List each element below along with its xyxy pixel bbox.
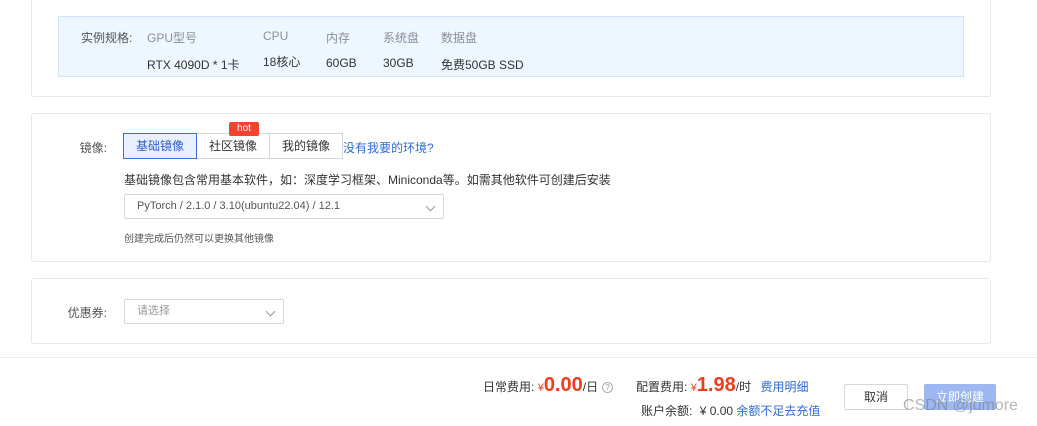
tab-community-image[interactable]: hot 社区镜像 <box>196 122 271 159</box>
spec-memory-value: 60GB <box>326 56 357 70</box>
footer-bar: 日常费用: ¥0.00/日? 配置费用: ¥1.98/时 费用明细 账户余额: … <box>0 357 1037 426</box>
spec-gpu: GPU型号 RTX 4090D * 1卡 <box>147 29 240 73</box>
balance-value: ¥ 0.00 <box>699 404 734 418</box>
image-select[interactable]: PyTorch / 2.1.0 / 3.10(ubuntu22.04) / 12… <box>124 194 444 219</box>
image-card: 镜像: 基础镜像 hot 社区镜像 我的镜像 没有我要的环境? 基础镜像包含常用… <box>31 113 991 262</box>
spec-gpu-header: GPU型号 <box>147 31 198 45</box>
image-description: 基础镜像包含常用基本软件，如：深度学习框架、Miniconda等。如需其他软件可… <box>124 173 611 187</box>
coupon-card: 优惠券: 请选择 <box>31 278 991 344</box>
spec-memory: 内存 60GB <box>326 29 357 70</box>
recharge-link[interactable]: 余额不足去充值 <box>736 404 820 418</box>
spec-system-disk: 系统盘 30GB <box>383 29 419 70</box>
config-fee-price: ¥1.98 <box>691 374 736 396</box>
coupon-label: 优惠券: <box>67 306 107 320</box>
spec-data-disk: 数据盘 免费50GB SSD <box>441 29 524 73</box>
config-fee-unit: /时 <box>735 380 752 394</box>
image-label: 镜像: <box>79 141 107 155</box>
csdn-watermark: CSDN @jumore <box>903 397 1018 414</box>
spec-cpu: CPU 18核心 <box>263 29 300 70</box>
tab-community-image-label: 社区镜像 <box>209 139 258 153</box>
spec-box: 实例规格: GPU型号 RTX 4090D * 1卡 CPU 18核心 内存 6… <box>58 16 964 77</box>
spec-memory-header: 内存 <box>326 31 351 45</box>
spec-data-disk-header: 数据盘 <box>441 31 478 45</box>
balance-line: 账户余额: ¥ 0.00 余额不足去充值 <box>641 402 820 419</box>
config-price-value: 1.98 <box>696 374 736 396</box>
spec-gpu-value: RTX 4090D * 1卡 <box>147 58 240 72</box>
image-tabs: 基础镜像 hot 社区镜像 我的镜像 <box>123 122 344 159</box>
daily-fee-unit: /日 <box>582 380 599 394</box>
help-icon[interactable]: ? <box>602 382 614 393</box>
chevron-down-icon <box>265 306 276 317</box>
chevron-down-icon <box>425 201 436 212</box>
spec-label: 实例规格: <box>81 31 133 45</box>
spec-card: 实例规格: GPU型号 RTX 4090D * 1卡 CPU 18核心 内存 6… <box>31 0 991 97</box>
tab-base-image[interactable]: 基础镜像 <box>123 133 198 159</box>
spec-cpu-header: CPU <box>263 29 289 43</box>
spec-system-disk-value: 30GB <box>383 56 414 70</box>
spec-system-disk-header: 系统盘 <box>383 31 420 45</box>
config-fee-label: 配置费用: <box>636 380 688 394</box>
cancel-button[interactable]: 取消 <box>844 384 908 410</box>
image-hint: 创建完成后仍然可以更换其他镜像 <box>124 234 274 245</box>
daily-fee-price: ¥0.00 <box>538 374 583 396</box>
daily-fee: 日常费用: ¥0.00/日? <box>483 374 614 397</box>
spec-cpu-value: 18核心 <box>263 55 301 69</box>
tab-my-image-label: 我的镜像 <box>282 139 331 153</box>
image-select-value: PyTorch / 2.1.0 / 3.10(ubuntu22.04) / 12… <box>137 200 341 212</box>
coupon-select-placeholder: 请选择 <box>137 305 170 317</box>
env-request-link[interactable]: 没有我要的环境? <box>343 139 434 156</box>
daily-fee-label: 日常费用: <box>483 380 535 394</box>
tab-base-image-label: 基础镜像 <box>136 139 185 153</box>
daily-price-value: 0.00 <box>543 374 583 396</box>
config-fee: 配置费用: ¥1.98/时 费用明细 <box>636 374 808 397</box>
spec-data-disk-value: 免费50GB SSD <box>441 58 524 72</box>
tab-my-image[interactable]: 我的镜像 <box>269 133 344 159</box>
hot-badge: hot <box>229 122 259 136</box>
fee-detail-link[interactable]: 费用明细 <box>760 380 808 394</box>
coupon-select[interactable]: 请选择 <box>124 299 284 324</box>
balance-label: 账户余额: <box>641 404 693 418</box>
